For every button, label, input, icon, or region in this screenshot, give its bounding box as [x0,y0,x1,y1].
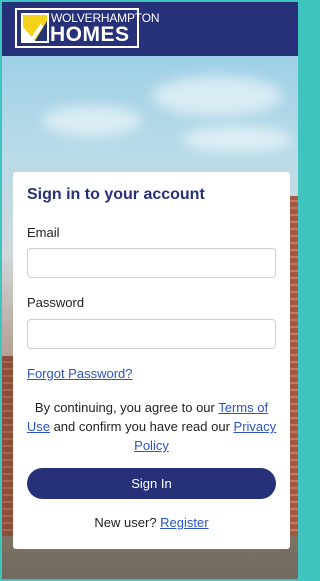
house-logo-icon [21,13,49,43]
sign-in-title: Sign in to your account [27,186,205,203]
email-field[interactable] [27,248,276,278]
password-label: Password [27,295,85,310]
header-bar: WOLVERHAMPTON HOMES [2,2,298,56]
password-field[interactable] [27,319,276,349]
app-frame: WOLVERHAMPTON HOMES Sign in to your acco… [2,2,298,579]
terms-prefix-text: By continuing, you agree to our [34,400,219,415]
wolverhampton-homes-logo[interactable]: WOLVERHAMPTON HOMES [15,8,160,48]
terms-middle-text: and confirm you have read our [49,419,234,434]
logo-text-line2: HOMES [50,23,130,46]
new-user-text: New user? [94,515,161,530]
sign-in-card: Sign in to your account Email Password F… [13,172,290,549]
forgot-password-link[interactable]: Forgot Password? [27,366,133,381]
sign-in-button[interactable]: Sign In [27,468,276,499]
register-prompt: New user? Register [13,515,290,530]
register-link[interactable]: Register [160,515,208,530]
email-label: Email [27,225,60,240]
terms-notice: By continuing, you agree to our Terms of… [23,398,280,455]
